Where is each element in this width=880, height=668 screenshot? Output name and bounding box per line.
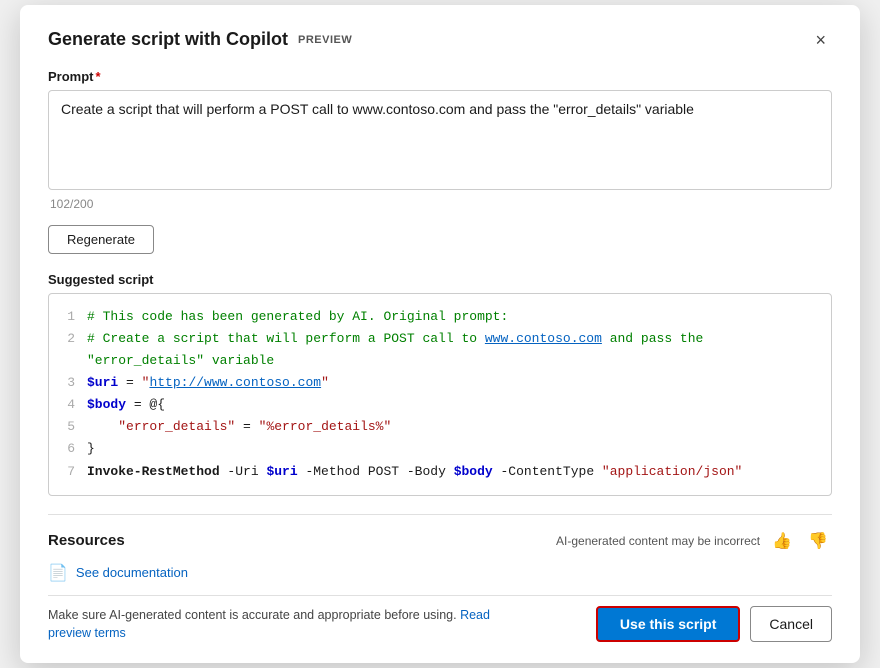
thumbup-button[interactable]: 👍 xyxy=(768,529,796,553)
ai-notice-row: AI-generated content may be incorrect 👍 … xyxy=(556,529,832,553)
prompt-label: Prompt* xyxy=(48,69,832,84)
code-comment-2: # Create a script that will perform a PO… xyxy=(87,328,703,350)
char-count: 102/200 xyxy=(50,197,832,211)
uri-link: http://www.contoso.com xyxy=(149,375,321,390)
regenerate-button[interactable]: Regenerate xyxy=(48,225,154,254)
code-body-inner: "error_details" = "%error_details%" xyxy=(87,416,391,438)
doc-icon: 📄 xyxy=(48,563,68,583)
code-line-4: 4 $body = @{ xyxy=(63,394,817,416)
line-num-1: 1 xyxy=(63,306,75,328)
code-line-2: 2 # Create a script that will perform a … xyxy=(63,328,817,350)
title-row: Generate script with Copilot PREVIEW xyxy=(48,29,352,50)
dialog-title: Generate script with Copilot xyxy=(48,29,288,50)
code-closing-brace: } xyxy=(87,438,95,460)
code-line-7: 7 Invoke-RestMethod -Uri $uri -Method PO… xyxy=(63,461,817,483)
preview-badge: PREVIEW xyxy=(298,34,352,46)
code-line-2b: "error_details" variable xyxy=(63,350,817,372)
resources-title: Resources xyxy=(48,532,125,549)
footer-actions: Use this script Cancel xyxy=(596,606,832,642)
code-invoke: Invoke-RestMethod -Uri $uri -Method POST… xyxy=(87,461,742,483)
suggested-label: Suggested script xyxy=(48,272,832,287)
line-num-5: 5 xyxy=(63,416,75,438)
line-num-6: 6 xyxy=(63,438,75,460)
code-box: 1 # This code has been generated by AI. … xyxy=(48,293,832,496)
comment-link: www.contoso.com xyxy=(485,331,602,346)
code-uri: $uri = "http://www.contoso.com" xyxy=(87,372,329,394)
resources-section: Resources AI-generated content may be in… xyxy=(48,514,832,583)
thumbdown-button[interactable]: 👎 xyxy=(804,529,832,553)
doc-link-row: 📄 See documentation xyxy=(48,563,832,583)
ai-notice-text: AI-generated content may be incorrect xyxy=(556,534,760,548)
code-comment-2b: "error_details" variable xyxy=(87,350,274,372)
footer-notice: Make sure AI-generated content is accura… xyxy=(48,606,508,644)
dialog-footer: Make sure AI-generated content is accura… xyxy=(48,595,832,644)
line-num-7: 7 xyxy=(63,461,75,483)
use-this-script-button[interactable]: Use this script xyxy=(596,606,740,642)
code-comment-1: # This code has been generated by AI. Or… xyxy=(87,306,508,328)
cancel-button[interactable]: Cancel xyxy=(750,606,832,642)
generate-script-dialog: Generate script with Copilot PREVIEW × P… xyxy=(20,5,860,663)
code-body: $body = @{ xyxy=(87,394,165,416)
code-line-3: 3 $uri = "http://www.contoso.com" xyxy=(63,372,817,394)
prompt-section: Prompt* 102/200 xyxy=(48,69,832,211)
resources-header: Resources AI-generated content may be in… xyxy=(48,529,832,553)
line-num-2: 2 xyxy=(63,328,75,350)
code-line-5: 5 "error_details" = "%error_details%" xyxy=(63,416,817,438)
close-button[interactable]: × xyxy=(809,29,832,51)
dialog-header: Generate script with Copilot PREVIEW × xyxy=(48,29,832,51)
prompt-textarea[interactable] xyxy=(48,90,832,190)
see-documentation-link[interactable]: See documentation xyxy=(76,565,188,580)
suggested-section: Suggested script 1 # This code has been … xyxy=(48,272,832,496)
line-num-4: 4 xyxy=(63,394,75,416)
line-num-2b xyxy=(63,350,75,372)
code-line-1: 1 # This code has been generated by AI. … xyxy=(63,306,817,328)
footer-notice-text: Make sure AI-generated content is accura… xyxy=(48,608,457,622)
required-indicator: * xyxy=(96,69,101,84)
code-line-6: 6 } xyxy=(63,438,817,460)
line-num-3: 3 xyxy=(63,372,75,394)
